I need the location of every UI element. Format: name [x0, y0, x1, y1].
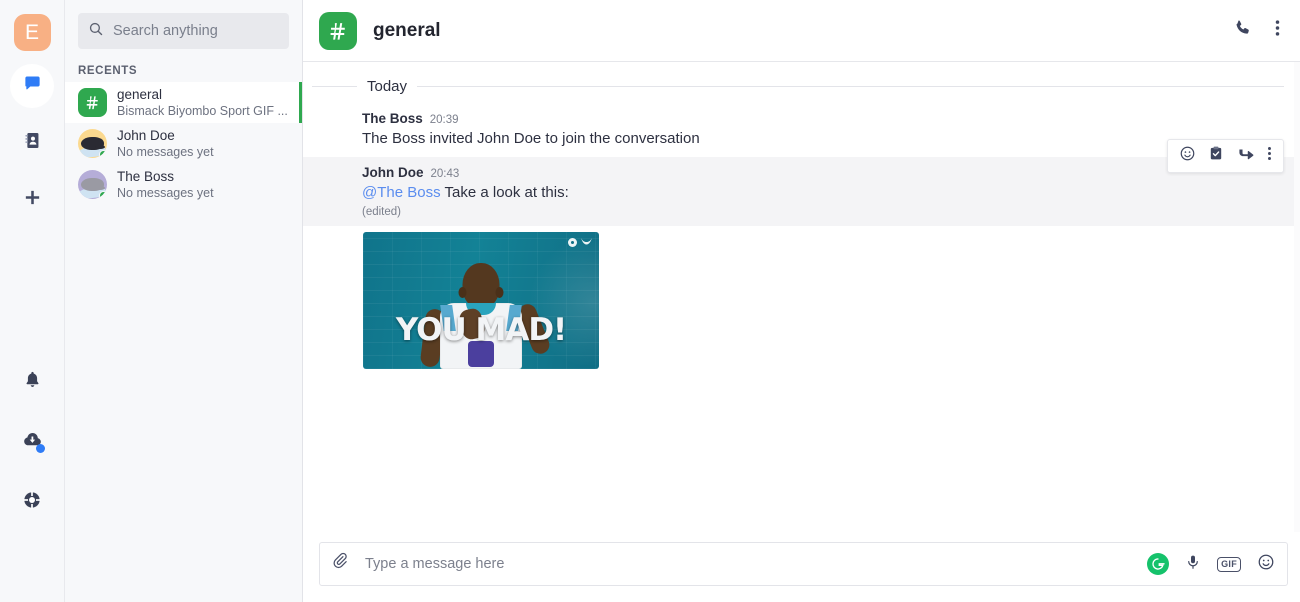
download-badge — [36, 444, 45, 453]
message-timestamp: 20:43 — [430, 168, 460, 180]
gif-player-head — [458, 263, 504, 308]
message-author: The Boss — [362, 111, 423, 126]
rail-item-contacts[interactable] — [10, 121, 54, 165]
gif-watermark — [568, 237, 593, 247]
composer-container: Type a message here GIF — [303, 532, 1300, 602]
page-title: general — [373, 19, 441, 41]
rail-item-downloads[interactable] — [10, 420, 54, 464]
watermark-horns-icon — [581, 237, 592, 245]
message-text-body: Take a look at this: — [444, 184, 569, 201]
rail-item-notifications[interactable] — [10, 360, 54, 404]
forward-icon[interactable] — [1236, 145, 1255, 167]
online-status-dot — [99, 150, 107, 158]
sidebar-item-text: general Bismack Biyombo Sport GIF ... — [117, 87, 288, 119]
message-hover-actions — [1167, 139, 1284, 173]
message-text: @The Boss Take a look at this: — [362, 182, 1282, 203]
sidebar-item-preview: No messages yet — [117, 144, 214, 159]
gif-caption-text: YOU MAD! — [395, 312, 567, 348]
main-panel: general Today The Boss 20:39 The Boss in… — [303, 0, 1300, 602]
sidebar-item-text: The Boss No messages yet — [117, 169, 214, 201]
sidebar-item-preview: No messages yet — [117, 185, 214, 200]
message-row[interactable]: John Doe 20:43 @The Boss Take a look at … — [303, 139, 1294, 226]
rail-item-profile[interactable] — [10, 540, 54, 584]
day-divider: Today — [303, 62, 1294, 103]
sidebar-item-john-doe[interactable]: John Doe No messages yet — [65, 123, 302, 164]
composer-placeholder: Type a message here — [365, 556, 505, 572]
cat-avatar-yellow — [319, 167, 348, 196]
chat-header: general — [303, 0, 1300, 62]
call-icon[interactable] — [1233, 18, 1253, 43]
gif-icon[interactable]: GIF — [1217, 556, 1241, 572]
message-list[interactable]: Today The Boss 20:39 The Boss invited Jo… — [303, 62, 1300, 532]
message-edited-label: (edited) — [362, 206, 401, 218]
cat-avatar-lavender — [78, 170, 107, 199]
rail-item-chat[interactable] — [10, 64, 54, 108]
chat-icon — [23, 74, 42, 98]
rail-bottom-group — [10, 352, 54, 602]
emoji-react-icon[interactable] — [1179, 145, 1196, 167]
mention-link[interactable]: @The Boss — [362, 184, 441, 201]
message-author: John Doe — [362, 165, 424, 180]
search-icon — [88, 21, 104, 42]
app-logo[interactable]: E — [13, 14, 51, 51]
search-input[interactable]: Search anything — [78, 13, 289, 49]
message-body: John Doe 20:43 @The Boss Take a look at … — [362, 165, 1282, 218]
paperclip-icon[interactable] — [332, 552, 351, 576]
divider-line-left — [312, 86, 357, 87]
day-divider-label: Today — [367, 78, 408, 95]
message-text: The Boss invited John Doe to join the co… — [362, 130, 700, 147]
rail-item-add[interactable] — [10, 178, 54, 222]
user-avatar — [15, 545, 49, 579]
hash-icon — [78, 88, 107, 117]
message-timestamp: 20:39 — [429, 114, 459, 126]
cat-avatar-yellow — [78, 129, 107, 158]
hash-icon — [319, 11, 357, 50]
watermark-ball-icon — [568, 237, 577, 247]
sidebar-item-preview: Bismack Biyombo Sport GIF ... — [117, 103, 288, 118]
message-meta: The Boss 20:39 — [362, 111, 1282, 126]
message-meta: John Doe 20:43 — [362, 165, 1282, 180]
gif-player-ear-left — [458, 287, 467, 298]
message-composer[interactable]: Type a message here GIF — [319, 542, 1288, 586]
sidebar: Search anything RECENTS general Bismack … — [65, 0, 303, 602]
microphone-icon[interactable] — [1185, 553, 1201, 576]
online-status-dot — [99, 191, 107, 199]
search-container: Search anything — [65, 13, 302, 49]
sidebar-item-name: John Doe — [117, 127, 175, 143]
rail-item-help[interactable] — [10, 480, 54, 524]
message-attachment-row: YOU MAD! — [303, 226, 1294, 379]
kebab-menu-icon[interactable] — [1267, 145, 1272, 167]
gif-player-ear-right — [495, 287, 504, 298]
bell-icon — [23, 370, 42, 394]
contacts-icon — [23, 131, 42, 155]
composer-actions: GIF — [1147, 553, 1275, 576]
icon-rail: E — [0, 0, 65, 602]
sidebar-item-name: The Boss — [117, 168, 175, 184]
recents-label: RECENTS — [78, 65, 138, 77]
message-body: The Boss 20:39 The Boss invited John Doe… — [362, 111, 1282, 149]
kebab-menu-icon[interactable] — [1275, 18, 1280, 43]
lifebuoy-icon — [22, 490, 42, 515]
app-logo-letter: E — [24, 20, 39, 44]
clipboard-check-icon[interactable] — [1208, 145, 1224, 167]
sidebar-item-the-boss[interactable]: The Boss No messages yet — [65, 164, 302, 205]
gif-attachment[interactable]: YOU MAD! — [363, 232, 599, 369]
message-row[interactable]: The Boss 20:39 The Boss invited John Doe… — [303, 103, 1294, 157]
chat-header-actions — [1233, 18, 1286, 43]
message-input[interactable]: Type a message here — [365, 556, 504, 572]
sidebar-item-text: John Doe No messages yet — [117, 128, 214, 160]
add-icon — [23, 188, 42, 212]
search-placeholder: Search anything — [113, 23, 218, 39]
app-window: E Search anything RECENTS general Bismac… — [0, 0, 1300, 602]
divider-line-right — [417, 86, 1284, 87]
cat-avatar-lavender — [319, 113, 348, 142]
grammarly-icon[interactable] — [1147, 553, 1170, 575]
emoji-icon[interactable] — [1257, 553, 1275, 576]
sidebar-item-general[interactable]: general Bismack Biyombo Sport GIF ... — [65, 82, 302, 123]
sidebar-item-name: general — [117, 86, 163, 102]
